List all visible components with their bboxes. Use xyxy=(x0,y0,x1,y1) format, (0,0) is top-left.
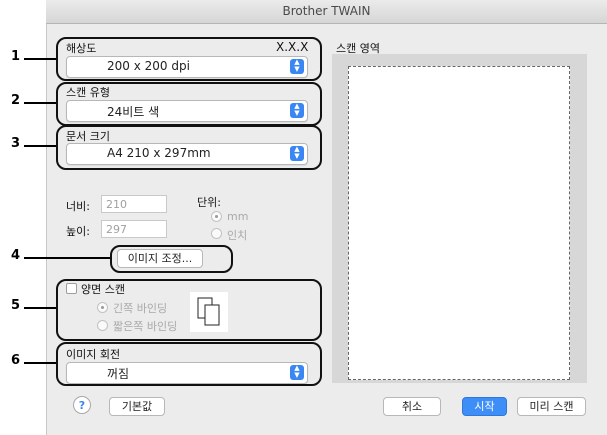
width-field[interactable]: 210 xyxy=(101,195,167,213)
chevron-updown-icon: ▲ ▼ xyxy=(290,146,304,161)
height-field[interactable]: 297 xyxy=(101,220,167,238)
chevron-updown-icon: ▲ ▼ xyxy=(290,103,304,118)
start-button[interactable]: 시작 xyxy=(462,397,507,416)
document-size-label: 문서 크기 xyxy=(66,130,110,143)
version-label: X.X.X xyxy=(276,40,309,54)
callout-line-2 xyxy=(24,102,56,104)
document-size-select[interactable]: A4 210 x 297mm ▲ ▼ xyxy=(66,143,308,165)
chevron-updown-icon: ▲ ▼ xyxy=(290,59,304,74)
rotation-select[interactable]: 꺼짐 ▲ ▼ xyxy=(66,362,308,384)
callout-line-4 xyxy=(24,257,112,259)
duplex-pages-icon xyxy=(190,292,228,332)
resolution-value: 200 x 200 dpi xyxy=(107,59,190,73)
prescan-button[interactable]: 미리 스캔 xyxy=(517,397,586,416)
callout-2: 2 xyxy=(11,93,21,108)
short-edge-label: 짧은쪽 바인딩 xyxy=(113,320,178,333)
callout-4: 4 xyxy=(11,248,21,263)
chevron-updown-icon: ▲ ▼ xyxy=(290,365,304,380)
callout-line-6 xyxy=(24,362,56,364)
cancel-button[interactable]: 취소 xyxy=(383,397,441,416)
width-label: 너비: xyxy=(66,200,90,213)
title-bar: Brother TWAIN xyxy=(46,0,607,24)
duplex-label: 양면 스캔 xyxy=(81,283,125,296)
scan-type-select[interactable]: 24비트 색 ▲ ▼ xyxy=(66,100,308,122)
duplex-checkbox[interactable] xyxy=(66,283,77,294)
long-edge-radio[interactable] xyxy=(97,302,108,313)
height-label: 높이: xyxy=(66,225,90,238)
rotation-label: 이미지 회전 xyxy=(66,348,121,361)
scan-area-selection[interactable] xyxy=(348,66,570,380)
callout-line-5 xyxy=(24,307,56,309)
unit-label: 단위: xyxy=(197,196,221,209)
window-title: Brother TWAIN xyxy=(282,4,371,18)
callout-line-1 xyxy=(24,58,56,60)
callout-1: 1 xyxy=(11,49,21,64)
default-button[interactable]: 기본값 xyxy=(109,397,165,416)
scan-type-label: 스캔 유형 xyxy=(66,86,110,99)
callout-line-3 xyxy=(24,145,56,147)
image-adjust-button[interactable]: 이미지 조정... xyxy=(117,249,203,268)
resolution-select[interactable]: 200 x 200 dpi ▲ ▼ xyxy=(66,56,308,78)
rotation-value: 꺼짐 xyxy=(107,367,130,381)
help-button[interactable]: ? xyxy=(73,396,91,414)
scan-type-value: 24비트 색 xyxy=(107,105,160,119)
callout-3: 3 xyxy=(11,136,21,151)
unit-mm-radio[interactable] xyxy=(211,211,222,222)
unit-inch-radio[interactable] xyxy=(211,228,222,239)
document-size-value: A4 210 x 297mm xyxy=(107,146,211,160)
unit-inch-label: 인치 xyxy=(227,229,248,242)
callout-5: 5 xyxy=(11,298,21,313)
long-edge-label: 긴쪽 바인딩 xyxy=(113,302,168,315)
short-edge-radio[interactable] xyxy=(97,320,108,331)
callout-6: 6 xyxy=(11,353,21,368)
unit-mm-label: mm xyxy=(227,210,249,223)
resolution-label: 해상도 xyxy=(66,42,97,55)
